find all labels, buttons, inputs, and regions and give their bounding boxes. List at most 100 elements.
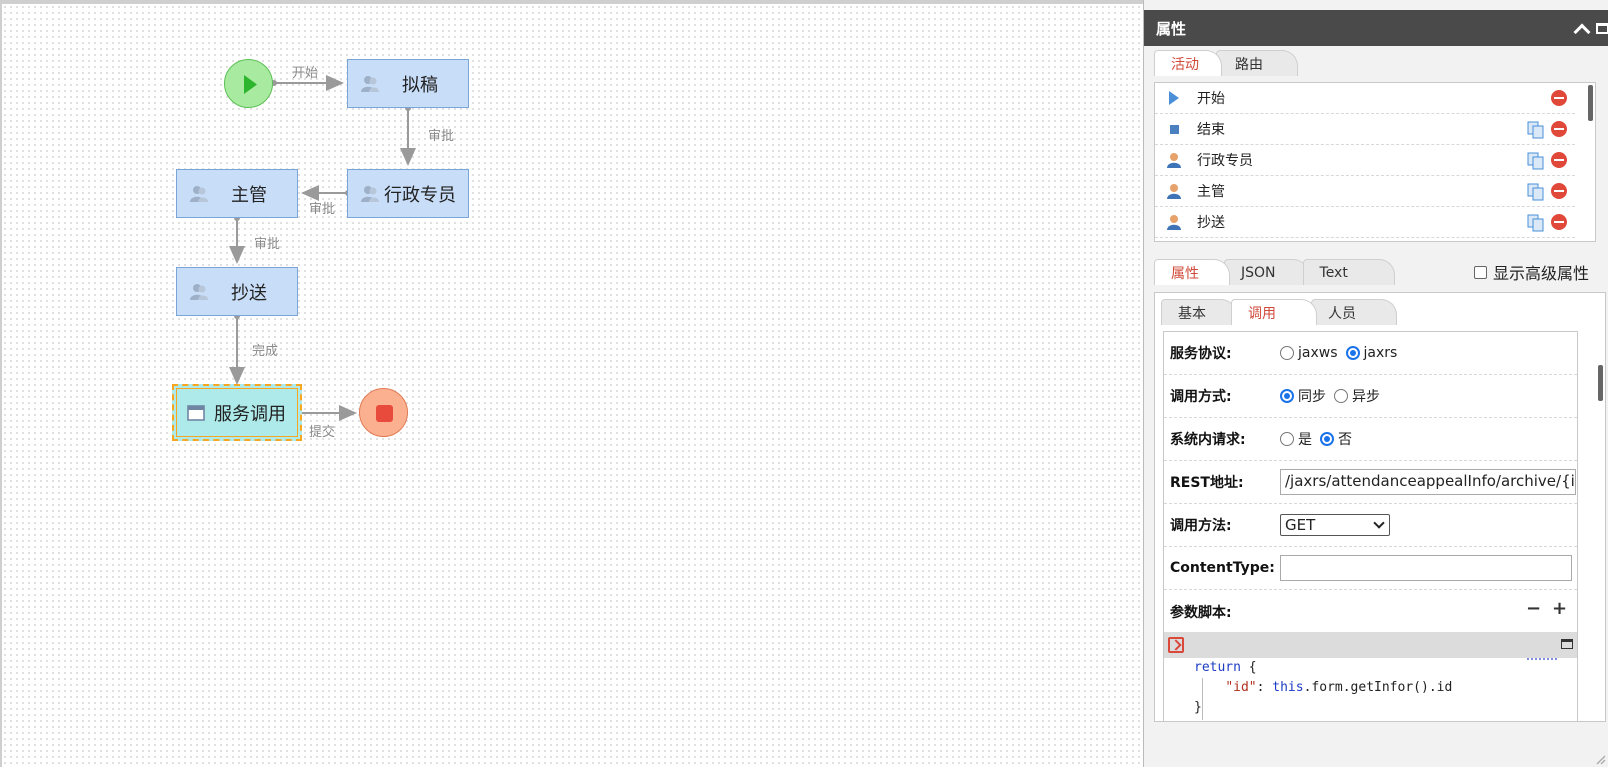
activity-tabs: 活动 路由 [1154, 50, 1298, 76]
method-label: 调用方法: [1170, 518, 1232, 534]
show-advanced-checkbox[interactable]: 显示高级属性 [1474, 260, 1589, 284]
delete-icon[interactable] [1551, 214, 1567, 230]
tab-properties[interactable]: 属性 [1154, 259, 1230, 285]
code-brace-open: { [1240, 660, 1257, 675]
edge-label-cc-service: 完成 [252, 344, 279, 359]
activity-list-scrollbar[interactable] [1588, 85, 1593, 121]
method-value: GET [1285, 516, 1316, 534]
radio-yes-label: 是 [1298, 432, 1312, 448]
tab-properties-label: 属性 [1171, 265, 1199, 282]
radio-no-label: 否 [1338, 432, 1352, 448]
list-item[interactable]: 行政专员 [1155, 145, 1575, 176]
expand-script-button[interactable]: + [1552, 598, 1567, 619]
collapse-script-button[interactable]: − [1526, 598, 1541, 619]
tab-route[interactable]: 路由 [1216, 50, 1298, 76]
activity-label: 行政专员 [1197, 153, 1253, 169]
invoke-form: 服务协议: jaxws jaxrs 调用方式: 同步 异步 系统内请求: 是 否… [1163, 331, 1578, 721]
activity-label: 开始 [1197, 91, 1225, 107]
checkbox-box[interactable] [1474, 265, 1487, 279]
row-call-mode: 调用方式: 同步 异步 [1164, 375, 1577, 418]
tab-people-label: 人员 [1328, 305, 1356, 322]
content-type-input[interactable] [1280, 555, 1572, 581]
node-cc-label: 抄送 [231, 282, 267, 304]
property-tabs: 属性 JSON Text [1154, 259, 1395, 285]
edge-label-start: 开始 [292, 66, 319, 81]
tab-invoke[interactable]: 调用 [1231, 299, 1317, 325]
copy-icon[interactable] [1527, 152, 1545, 170]
person-icon [1167, 184, 1181, 199]
list-item[interactable]: 抄送 [1155, 207, 1575, 238]
code-colon: : [1256, 680, 1273, 695]
end-node[interactable] [359, 388, 408, 437]
radio-sync[interactable]: 同步 [1280, 386, 1326, 406]
edge-label-service-end: 提交 [309, 425, 336, 440]
list-item[interactable]: 开始 [1155, 83, 1575, 114]
delete-icon[interactable] [1551, 90, 1567, 106]
code-keyword-this: this [1272, 680, 1304, 695]
collapse-icon[interactable] [1574, 21, 1588, 35]
radio-no[interactable]: 否 [1320, 429, 1352, 449]
users-icon [190, 283, 208, 300]
chevron-down-icon [1373, 517, 1385, 529]
code-call: .form.getInfor().id [1303, 680, 1453, 695]
row-internal: 系统内请求: 是 否 [1164, 418, 1577, 461]
radio-dot[interactable] [1280, 389, 1294, 403]
radio-yes[interactable]: 是 [1280, 429, 1312, 449]
list-item[interactable]: 结束 [1155, 114, 1575, 145]
property-form-box: 基本 调用 人员 服务协议: jaxws jaxrs 调用方式: 同步 异步 系… [1154, 292, 1606, 722]
tab-activity-label: 活动 [1171, 56, 1199, 73]
radio-jaxws[interactable]: jaxws [1280, 345, 1338, 361]
properties-panel: 属性 活动 路由 开始 结束 行政专员 主管 抄送 属性 JSON Text 显… [1143, 0, 1608, 767]
node-admin[interactable]: 行政专员 [347, 169, 469, 218]
show-advanced-label: 显示高级属性 [1493, 264, 1590, 283]
tab-basic[interactable]: 基本 [1161, 299, 1237, 325]
terminal-icon[interactable] [1168, 637, 1184, 653]
maximize-icon[interactable] [1596, 22, 1608, 34]
panel-header: 属性 [1144, 10, 1608, 46]
copy-icon[interactable] [1527, 214, 1545, 232]
radio-async[interactable]: 异步 [1334, 386, 1380, 406]
radio-dot[interactable] [1345, 346, 1360, 360]
code-keyword-return: return [1194, 660, 1241, 675]
activity-label: 主管 [1197, 184, 1225, 200]
copy-icon[interactable] [1527, 183, 1545, 201]
node-service-selected[interactable]: 服务调用 [172, 384, 302, 441]
radio-dot[interactable] [1334, 389, 1348, 403]
tab-invoke-label: 调用 [1248, 305, 1276, 322]
protocol-label: 服务协议: [1170, 346, 1232, 362]
radio-dot[interactable] [1280, 432, 1294, 446]
copy-icon[interactable] [1527, 121, 1545, 139]
radio-dot[interactable] [1280, 346, 1294, 360]
tab-json[interactable]: JSON [1224, 259, 1309, 285]
radio-jaxrs[interactable]: jaxrs [1345, 345, 1397, 361]
node-draft-label: 拟稿 [402, 74, 438, 96]
flow-canvas[interactable]: 拟稿 行政专员 主管 抄送 服务调用 开始 审批 审批 审批 完成 提交 [0, 0, 1143, 767]
tab-activity[interactable]: 活动 [1154, 50, 1222, 76]
list-item[interactable]: 主管 [1155, 176, 1575, 207]
node-draft[interactable]: 拟稿 [347, 59, 469, 108]
delete-icon[interactable] [1551, 152, 1567, 168]
node-cc[interactable]: 抄送 [176, 267, 298, 316]
tab-text[interactable]: Text [1302, 259, 1395, 285]
code-string-id: "id" [1225, 680, 1257, 695]
rest-url-input[interactable]: /jaxrs/attendanceappealInfo/archive/{id} [1280, 469, 1576, 495]
resize-grip-icon[interactable] [1594, 753, 1606, 765]
row-rest-url: REST地址: /jaxrs/attendanceappealInfo/arch… [1164, 461, 1577, 504]
window-restore-icon[interactable] [1561, 639, 1573, 649]
users-icon [361, 75, 379, 92]
node-supervisor[interactable]: 主管 [176, 169, 298, 218]
form-scrollbar[interactable] [1598, 365, 1603, 401]
delete-icon[interactable] [1551, 121, 1567, 137]
script-editor[interactable]: return { "id": this.form.getInfor().id } [1194, 658, 1452, 718]
window-icon [187, 404, 205, 421]
activity-list: 开始 结束 行政专员 主管 抄送 [1154, 82, 1596, 242]
tab-text-label: Text [1319, 264, 1348, 281]
radio-dot[interactable] [1320, 432, 1334, 446]
stop-icon [376, 405, 393, 422]
method-select[interactable]: GET [1280, 514, 1390, 536]
tab-people[interactable]: 人员 [1311, 299, 1397, 325]
node-service-label: 服务调用 [214, 403, 286, 425]
delete-icon[interactable] [1551, 183, 1567, 199]
start-node[interactable] [224, 59, 273, 108]
tab-route-label: 路由 [1235, 56, 1263, 73]
